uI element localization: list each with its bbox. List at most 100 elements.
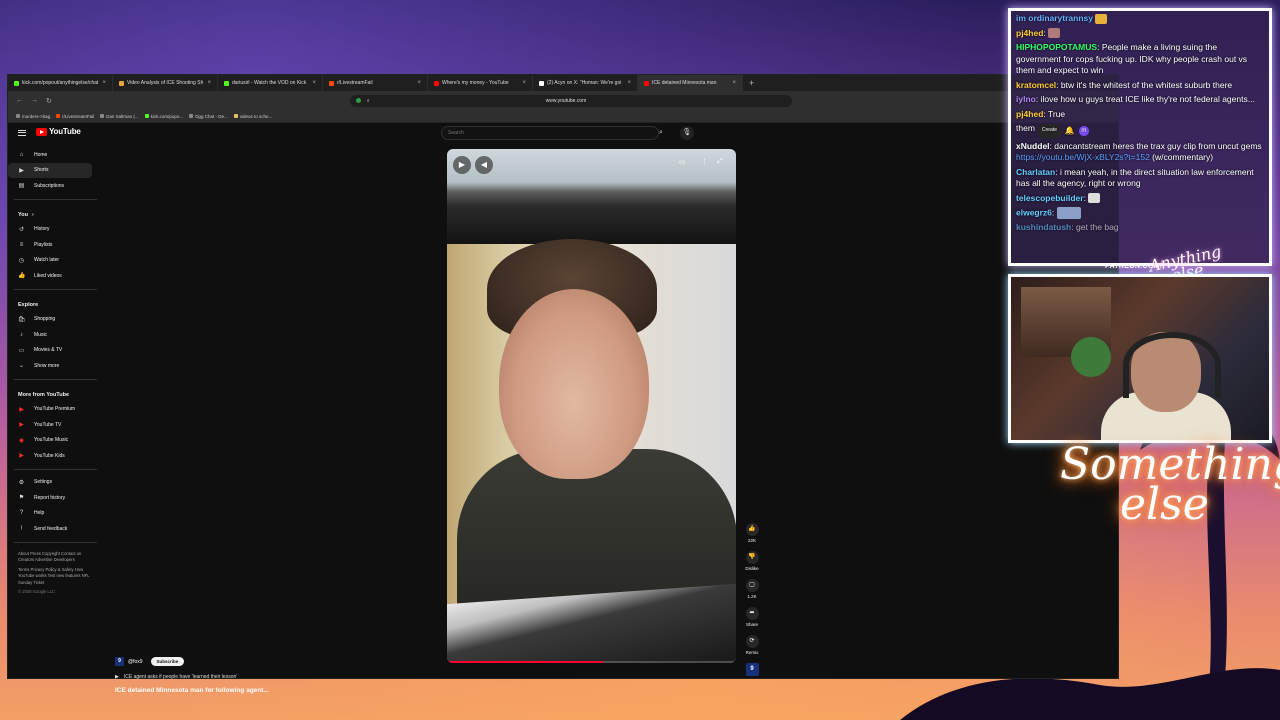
sidebar-item-history[interactable]: ↺ History: [8, 222, 103, 238]
shorts-video-player[interactable]: ▶ ◀ ▭ ⋮ ⤢: [447, 149, 736, 663]
user-avatar[interactable]: m: [1078, 125, 1089, 136]
play-icon[interactable]: ▶: [453, 156, 471, 174]
sidebar-item-show-more[interactable]: ⌄ Show more: [8, 358, 103, 374]
sidebar-item-send-feedback[interactable]: ! Send feedback: [8, 521, 103, 537]
remix-button[interactable]: ⟳ Remix: [742, 635, 762, 655]
browser-tab[interactable]: r/LivestreamFail ×: [323, 75, 428, 91]
sidebar-item-watch-later[interactable]: ◷ Watch later: [8, 253, 103, 269]
reddit-icon: [56, 114, 61, 118]
sidebar-item-youtube-music[interactable]: ◉ YouTube Music: [8, 433, 103, 449]
shopping-icon: 🛍: [18, 316, 26, 323]
webcam-overlay: [1008, 274, 1272, 443]
sidebar-section-you[interactable]: You ›: [8, 205, 103, 222]
browser-tab[interactable]: dariusirl - Watch the VOD on Kick ×: [218, 75, 323, 91]
bookmark[interactable]: Dgg Chat - De...: [189, 114, 228, 119]
browser-tab[interactable]: Where's my money - YouTube ×: [428, 75, 533, 91]
divider: [14, 378, 97, 380]
create-button[interactable]: Create: [1037, 124, 1061, 138]
sidebar-item-shorts[interactable]: ▶ Shorts: [8, 162, 92, 178]
bookmark[interactable]: videos to sche...: [233, 113, 273, 119]
comment-icon: ▢: [745, 579, 759, 592]
volume-icon[interactable]: ◀: [475, 156, 493, 174]
sidebar-item-report-history[interactable]: ⚑ Report history: [8, 490, 103, 506]
close-icon[interactable]: ×: [732, 80, 736, 86]
browser-tab-active[interactable]: ICE detained Minnesota man ×: [638, 75, 743, 91]
comments-button[interactable]: ▢ 1.2K: [742, 579, 762, 599]
sidebar-item-shopping[interactable]: 🛍 Shopping: [8, 312, 103, 328]
sidebar-item-settings[interactable]: ⚙ Settings: [8, 475, 103, 491]
youtube-play-icon: [36, 127, 47, 136]
video-progress-bar[interactable]: [447, 661, 736, 663]
close-icon[interactable]: ×: [522, 80, 526, 86]
bookmark[interactable]: kick.com/popo...: [144, 114, 183, 119]
browser-tab[interactable]: kick.com/popout/anythingelse/chat ×: [8, 75, 113, 91]
address-bar-row: ← → ↻ ⌕ www.youtube.com: [8, 91, 1118, 110]
share-button[interactable]: ➦ Share: [742, 607, 762, 627]
home-icon: ⌂: [19, 151, 24, 158]
chat-message: xNuddel: dancantstream heres the trax gu…: [1016, 140, 1262, 163]
movies-icon: ▭: [18, 347, 25, 354]
headphones-icon: [1123, 332, 1221, 398]
url-bar[interactable]: ⌕ www.youtube.com: [349, 94, 792, 107]
sidebar-item-movies[interactable]: ▭ Movies & TV: [8, 343, 103, 359]
footer-links[interactable]: About Press Copyright Contact us Creator…: [8, 548, 103, 564]
close-icon[interactable]: ×: [417, 80, 421, 86]
feedback-icon: !: [20, 525, 23, 532]
dislike-button[interactable]: 👎 Dislike: [742, 551, 762, 571]
back-icon[interactable]: ←: [16, 97, 23, 104]
bookmark[interactable]: murders->bag: [16, 114, 50, 119]
sidebar-item-playlists[interactable]: ≡ Playlists: [8, 237, 103, 253]
webcam-plant: [1071, 337, 1111, 377]
emote-icon: [1095, 13, 1108, 24]
related-video-link[interactable]: ▶ ICE agent asks if people have 'learned …: [115, 674, 269, 680]
tab-label: ICE detained Minnesota man: [652, 80, 717, 86]
video-title[interactable]: ICE detained Minnesota man for following…: [115, 687, 269, 694]
close-icon[interactable]: ×: [102, 80, 106, 86]
subscribe-button[interactable]: Subscribe: [150, 657, 185, 666]
chat-link[interactable]: https://youtu.be/WjX-xBLY2s?t=152: [1016, 152, 1150, 162]
browser-tab[interactable]: (2) Acyn on X: "Homan: We're goi ×: [533, 75, 638, 91]
youtube-page: YouTube Search ⌕ 🎙 ⌂ Home ▶ Shorts ▤ Subscr…: [8, 123, 1118, 694]
chat-username: telescopebuilder: [1016, 192, 1084, 203]
sidebar-item-help[interactable]: ? Help: [8, 506, 103, 522]
channel-badge[interactable]: 9: [745, 663, 759, 676]
channel-name[interactable]: @fox9: [128, 659, 143, 665]
close-icon[interactable]: ×: [207, 80, 211, 86]
sidebar-item-home[interactable]: ⌂ Home: [8, 147, 103, 163]
fullscreen-icon[interactable]: ⤢: [717, 158, 723, 166]
channel-avatar[interactable]: 9: [115, 657, 124, 666]
youtube-premium-icon: ▶: [19, 406, 24, 413]
stream-chat-overlay: im ordinarytrannsy pj4hed: HIPHOPOPOTAMU…: [1008, 8, 1272, 266]
footer-links[interactable]: Terms Privacy Policy & Safety How YouTub…: [8, 564, 103, 587]
new-tab-button[interactable]: +: [743, 78, 760, 88]
neon-line-2: else: [1120, 479, 1209, 530]
bookmark-label: videos to sche...: [239, 113, 273, 119]
close-icon[interactable]: ×: [312, 80, 316, 86]
bookmark[interactable]: r/LivestreamFail: [56, 114, 94, 119]
sidebar-item-youtube-kids[interactable]: ▶ YouTube Kids: [8, 448, 103, 464]
search-input[interactable]: Search: [441, 126, 659, 140]
microphone-icon[interactable]: 🎙: [680, 126, 694, 140]
reload-icon[interactable]: ↻: [46, 97, 52, 105]
like-button[interactable]: 👍 22K: [742, 523, 762, 543]
sidebar-label: Watch later: [34, 257, 60, 264]
bookmark[interactable]: Dan Saltman (...: [100, 114, 139, 119]
browser-tab[interactable]: Video Analysis of ICE Shooting Sh ×: [113, 75, 218, 91]
youtube-logo[interactable]: YouTube: [36, 127, 81, 136]
sidebar-item-music[interactable]: ♪ Music: [8, 327, 103, 343]
forward-icon[interactable]: →: [31, 97, 38, 104]
captions-icon[interactable]: ▭: [679, 158, 686, 166]
subscriptions-icon: ▤: [18, 183, 25, 190]
bell-icon[interactable]: 🔔: [1065, 125, 1075, 137]
hamburger-menu-icon[interactable]: [18, 128, 26, 136]
sidebar-item-youtube-premium[interactable]: ▶ YouTube Premium: [8, 402, 103, 418]
emote-icon: [1048, 28, 1061, 39]
sidebar-item-subscriptions[interactable]: ▤ Subscriptions: [8, 178, 103, 194]
sidebar: ⌂ Home ▶ Shorts ▤ Subscriptions You › ↺ Histo…: [8, 147, 103, 596]
more-options-icon[interactable]: ⋮: [701, 158, 708, 166]
close-icon[interactable]: ×: [627, 80, 631, 86]
search-icon[interactable]: ⌕: [654, 126, 668, 140]
sidebar-item-youtube-tv[interactable]: ▶ YouTube TV: [8, 417, 103, 433]
youtube-music-icon: ◉: [18, 437, 25, 444]
sidebar-item-liked-videos[interactable]: 👍 Liked videos: [8, 268, 103, 284]
